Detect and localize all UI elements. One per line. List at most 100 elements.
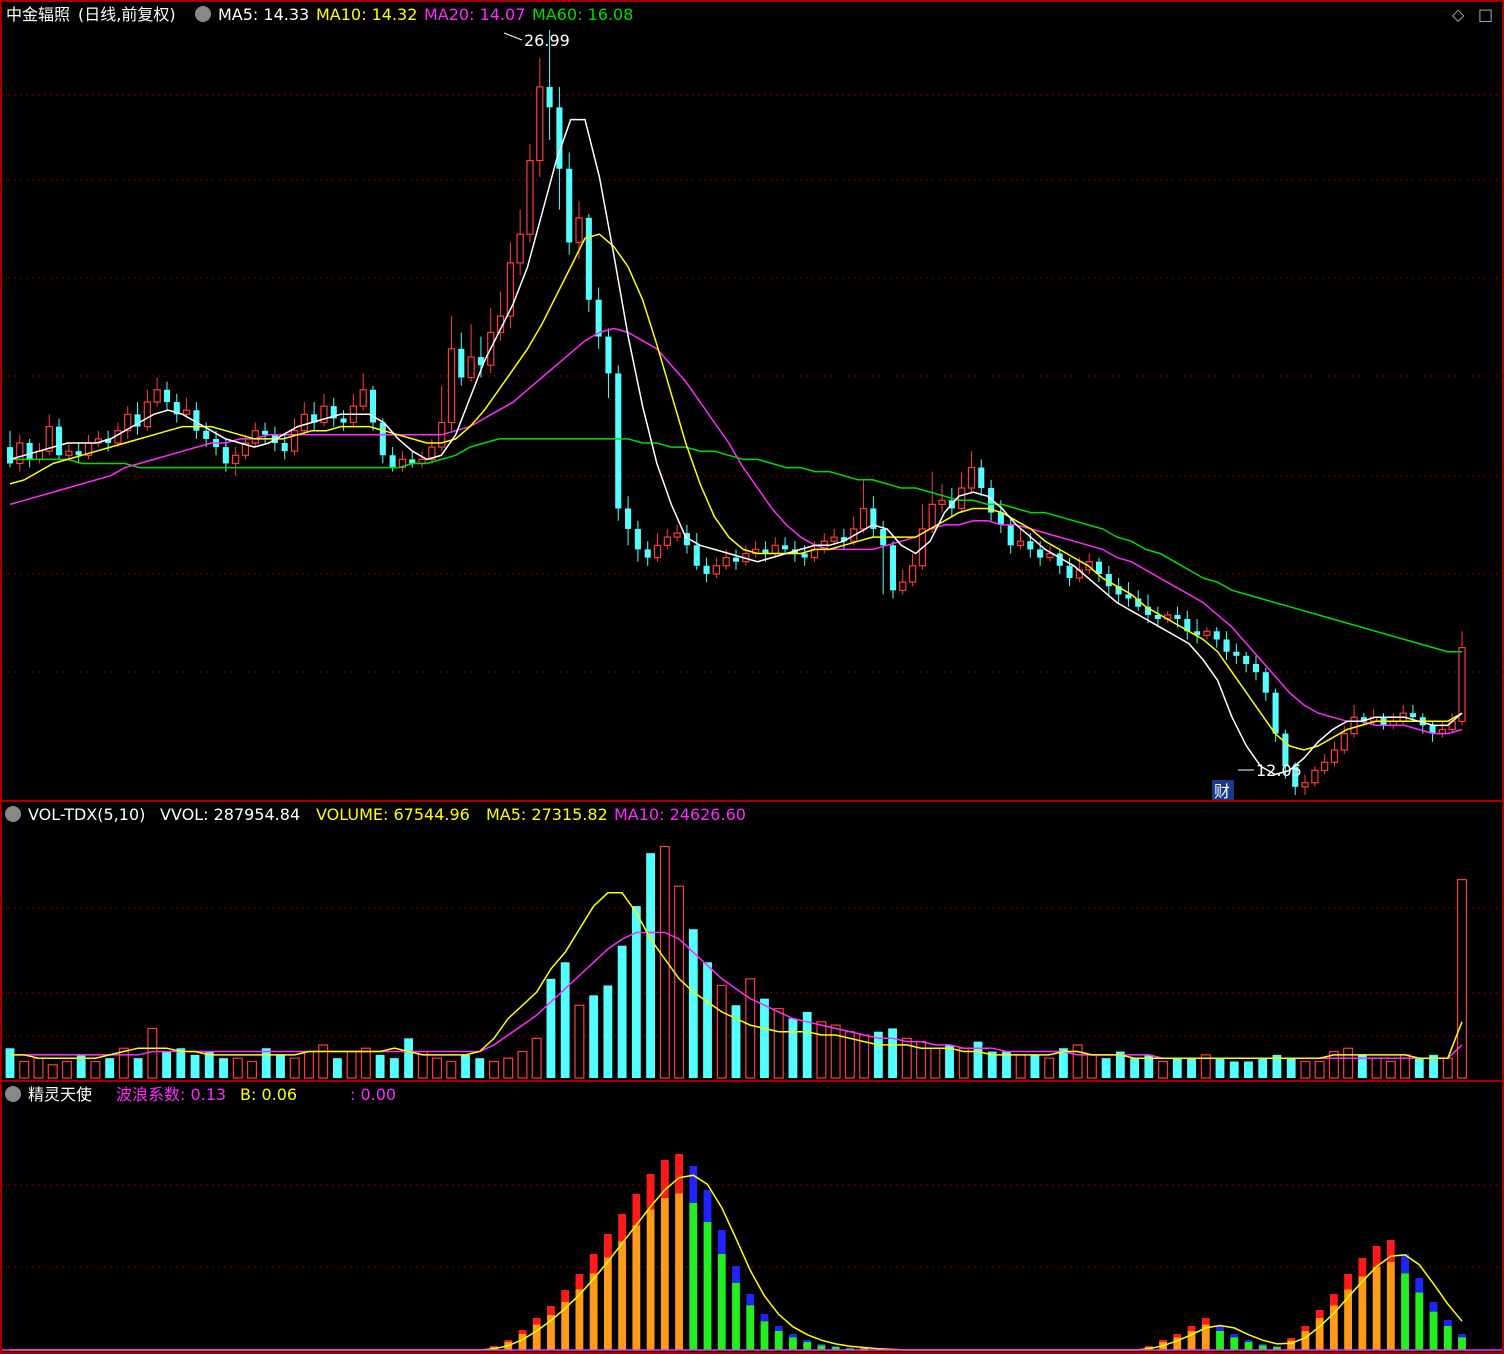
candle-body-up (575, 217, 583, 244)
candle-body-down (163, 389, 171, 403)
indicator-bar-base (1386, 1262, 1395, 1350)
ma60-line (10, 438, 1462, 653)
indicator-bar-cap (1244, 1340, 1253, 1342)
indicator-bar-cap (689, 1166, 698, 1203)
candle-body-down (75, 451, 82, 456)
indicator-bar-cap (732, 1266, 740, 1283)
candle-body-down (585, 217, 592, 300)
volume-bar-down (1258, 1058, 1268, 1078)
candle-body-up (938, 499, 946, 505)
candle-body-up (182, 409, 191, 415)
indicator-bar-cap (1230, 1334, 1239, 1338)
volume-title: VOL-TDX(5,10) (28, 805, 145, 824)
indicator-bar-base (1301, 1330, 1310, 1350)
indicator-bar-base (1429, 1311, 1438, 1350)
candle-body-down (566, 168, 573, 243)
indicator-bar-base (1216, 1330, 1224, 1350)
candle-body-up (967, 466, 976, 489)
candle-body-down (693, 545, 700, 566)
volume-bar-down (1215, 1058, 1225, 1078)
volume-bar-up (1371, 1057, 1382, 1079)
candle-body-up (114, 430, 122, 444)
volume-bar-down (475, 1058, 485, 1078)
volume-bar-up (90, 1060, 101, 1079)
volume-bar-up (232, 1057, 243, 1079)
candle-body-down (1223, 639, 1230, 652)
volume-bar-up (1314, 1060, 1325, 1079)
volume-menu-icon[interactable] (5, 806, 21, 822)
volume-bar-up (1044, 1057, 1055, 1079)
indicator-bar-cap (532, 1318, 541, 1325)
volume-bar-up (1442, 1057, 1453, 1079)
indicator-bar-base (589, 1273, 598, 1350)
restore-icon[interactable]: □ (1478, 5, 1493, 24)
volume-label: VOLUME: 67544.96 (316, 805, 470, 824)
volume-bar-up (488, 1060, 500, 1079)
indicator-bar-base (1329, 1305, 1338, 1350)
candle-body-up (143, 401, 151, 428)
indicator-bar-cap (774, 1326, 783, 1331)
indicator-bar-cap (746, 1294, 755, 1306)
volume-bar-down (276, 1054, 285, 1078)
indicator-bar-cap (1315, 1310, 1324, 1318)
candle-body-down (262, 430, 269, 435)
candle-body-down (605, 336, 612, 374)
indicator-bar-base (518, 1334, 527, 1350)
candle-body-down (625, 508, 632, 529)
volume-bar-up (346, 1050, 357, 1079)
volume-bar-down (190, 1054, 200, 1078)
volume-bar-up (816, 1021, 827, 1079)
volume-bar-down (888, 1028, 898, 1078)
volume-bar-down (1172, 1058, 1182, 1078)
indicator-bar-cap (1273, 1346, 1281, 1347)
volume-bar-down (162, 1051, 172, 1078)
stock-name: 中金辐照 (6, 5, 70, 24)
indicator-bar-base (760, 1321, 769, 1350)
volume-bar-up (33, 1057, 44, 1079)
volume-bar-down (1414, 1058, 1424, 1078)
indicator-bar-base (1358, 1276, 1367, 1350)
indicator-bar-cap (1201, 1318, 1210, 1325)
candle-body-up (830, 536, 838, 542)
volume-bar-up (246, 1060, 258, 1079)
high-price-mark: 26.99 (524, 31, 570, 50)
volume-bar-down (461, 1054, 470, 1078)
volume-bar-down (1286, 1058, 1296, 1078)
chevron-down-icon[interactable] (195, 6, 211, 22)
indicator-bar-cap (1173, 1334, 1182, 1338)
volume-bar-down (1030, 1054, 1040, 1078)
indicator-bar-cap (490, 1346, 498, 1347)
candle-body-up (300, 413, 308, 432)
candle-body-up (859, 507, 868, 530)
candle-body-down (1233, 651, 1240, 656)
ma10-line (9, 233, 1463, 751)
indicator-menu-icon[interactable] (5, 1086, 21, 1102)
indicator-bar-base (717, 1254, 726, 1350)
volume-bar-down (332, 1058, 342, 1078)
indicator-bar-base (1458, 1337, 1466, 1350)
volume-bar-up (1072, 1044, 1083, 1079)
indicator-bar-base (660, 1198, 669, 1350)
candle-body-up (663, 536, 671, 546)
volume-bar-up (716, 984, 727, 1079)
candle-body-down (782, 545, 789, 550)
chart-mode: (日线,前复权) (78, 5, 176, 24)
indicator-bar-cap (603, 1234, 612, 1258)
candle-body-up (928, 503, 936, 530)
volume-bars (5, 845, 1468, 1079)
candle-body-down (997, 512, 1004, 525)
indicator-bar-cap (1287, 1338, 1296, 1341)
indicator-bar-cap (1458, 1334, 1466, 1338)
volume-bar-up (958, 1047, 969, 1079)
volume-bar-up (1086, 1054, 1097, 1079)
candle-body-down (644, 549, 651, 558)
candle-body-down (1252, 664, 1260, 673)
volume-bar-up (517, 1050, 528, 1079)
indicator-bar-base (1315, 1318, 1324, 1350)
volume-bar-down (1187, 1058, 1196, 1078)
candle-body-down (26, 442, 33, 460)
diamond-icon[interactable]: ◇ (1452, 5, 1465, 24)
volume-bar-down (133, 1058, 143, 1078)
candle-body-down (389, 455, 396, 468)
indicator-bar-cap (504, 1340, 513, 1342)
